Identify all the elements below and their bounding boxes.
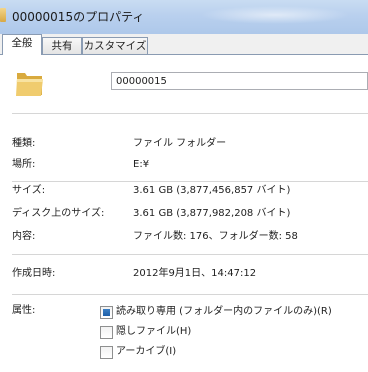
created-value: 2012年9月1日、14:47:12 [133,268,257,279]
contents-label: 内容: [12,231,36,242]
size-label: サイズ: [12,185,46,196]
created-label: 作成日時: [12,268,56,279]
size-on-disk-value: 3.61 GB (3,877,982,208 バイト) [133,208,291,219]
separator [12,181,368,182]
archive-checkbox-label[interactable]: アーカイブ(I) [116,345,176,359]
window-title: 00000015のプロパティ [12,10,145,24]
type-label: 種類: [12,138,36,149]
folder-icon [0,8,6,22]
type-value: ファイル フォルダー [133,138,227,149]
separator [12,294,368,295]
general-panel: 種類: ファイル フォルダー 場所: E:¥ サイズ: 3.61 GB (3,8… [0,54,368,372]
size-value: 3.61 GB (3,877,456,857 バイト) [133,185,291,196]
tab-share[interactable]: 共有 [42,37,82,54]
archive-checkbox[interactable] [100,346,113,359]
location-label: 場所: [12,159,36,170]
readonly-checkbox[interactable] [100,306,113,319]
properties-window: 全般 共有 カスタマイズ 種類: ファイル フォルダー 場所: E:¥ サイズ:… [0,34,368,372]
readonly-checkbox-label[interactable]: 読み取り専用 (フォルダー内のファイルのみ)(R) [116,305,332,319]
separator [12,254,368,255]
tab-customize[interactable]: カスタマイズ [82,37,148,54]
separator [12,113,368,114]
folder-icon [16,73,43,96]
title-bar[interactable]: 00000015のプロパティ [0,0,368,34]
tab-general[interactable]: 全般 [2,34,42,55]
size-on-disk-label: ディスク上のサイズ: [12,208,105,219]
attributes-label: 属性: [12,305,36,316]
contents-value: ファイル数: 176、フォルダー数: 58 [133,231,298,242]
title-bar-glare [200,6,350,24]
folder-name-field[interactable] [111,72,368,90]
hidden-checkbox[interactable] [100,326,113,339]
location-value: E:¥ [133,159,150,170]
hidden-checkbox-label[interactable]: 隠しファイル(H) [116,325,191,339]
